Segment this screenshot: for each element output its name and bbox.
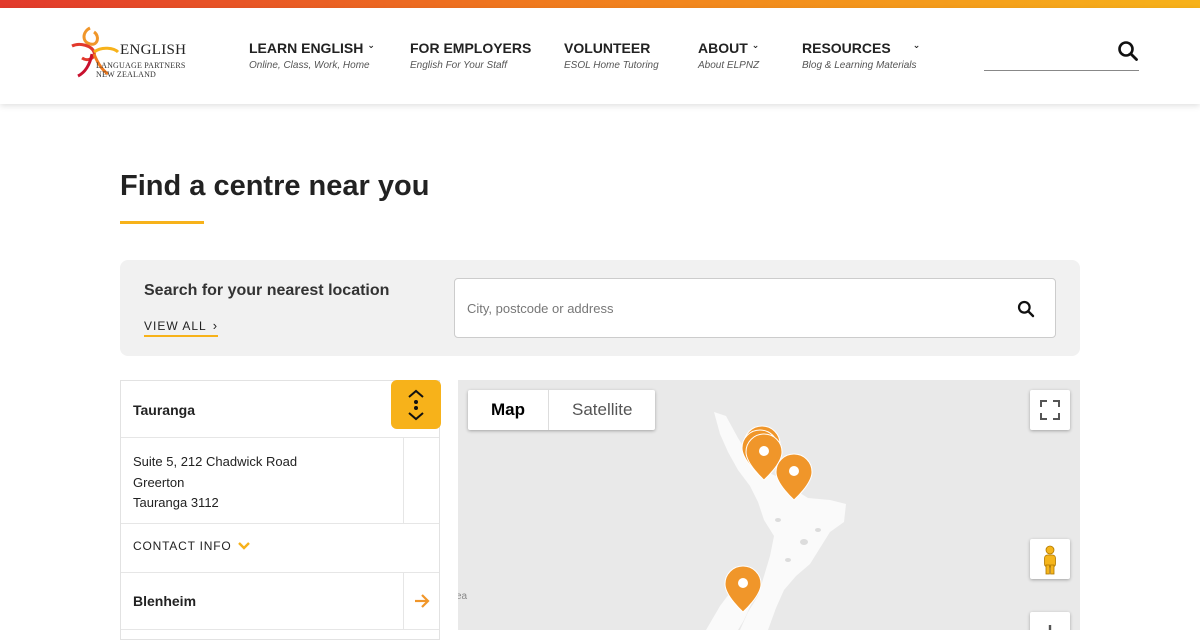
column-divider (403, 438, 404, 523)
nav-volunteer[interactable]: VOLUNTEER ESOL Home Tutoring (564, 40, 659, 71)
arrow-right-icon (415, 594, 430, 608)
location-pin (724, 565, 762, 613)
chevron-right-icon: › (212, 318, 219, 333)
nav-learn-english[interactable]: LEARN ENGLISH ⌄ Online, Class, Work, Home (249, 39, 375, 72)
brand-gradient-bar (0, 0, 1200, 8)
nav-for-employers[interactable]: FOR EMPLOYERS English For Your Staff (410, 40, 531, 71)
nav-learn-english-title: LEARN ENGLISH (249, 40, 364, 56)
location-search-box[interactable] (454, 278, 1056, 338)
collapse-toggle-button[interactable] (391, 380, 441, 429)
address-line: Greerton (133, 474, 185, 490)
map-type-satellite-button[interactable]: Satellite (549, 390, 655, 430)
contact-info-toggle[interactable]: CONTACT INFO (121, 523, 439, 573)
zoom-in-icon (1048, 625, 1052, 630)
nav-for-employers-title: FOR EMPLOYERS (410, 40, 532, 56)
logo-line-english: ENGLISH (120, 42, 187, 58)
search-icon[interactable] (1117, 40, 1139, 62)
location-item[interactable]: Blenheim (121, 573, 439, 630)
zoom-in-button[interactable] (1030, 612, 1070, 630)
pegman-icon (1044, 545, 1056, 575)
nav-volunteer-sub: ESOL Home Tutoring (564, 60, 659, 71)
location-search-panel: Search for your nearest location VIEW AL… (120, 260, 1080, 356)
contact-info-label: CONTACT INFO (133, 539, 232, 553)
location-open-button[interactable] (403, 573, 439, 630)
location-address: Suite 5, 212 Chadwick Road Greerton Taur… (133, 452, 297, 514)
street-view-button[interactable] (1030, 539, 1070, 579)
nav-about-sub: About ELPNZ (698, 60, 760, 71)
nav-resources[interactable]: RESOURCES ⌄ Blog & Learning Materials (802, 39, 921, 72)
location-name: Blenheim (133, 593, 197, 609)
nav-for-employers-sub: English For Your Staff (410, 60, 508, 71)
logo-line-nz: NEW ZEALAND (96, 70, 157, 79)
location-search-input[interactable] (467, 279, 1007, 337)
nav-resources-title: RESOURCES (802, 40, 891, 56)
chevron-down-icon: ⌄ (367, 39, 375, 50)
logo-line-partners: LANGUAGE PARTNERS (96, 61, 186, 70)
location-list: Tauranga Suite 5, 212 Chadwick Road Gree… (120, 380, 441, 640)
location-pin (775, 453, 813, 501)
header-search-field[interactable] (984, 38, 1139, 71)
site-header: ENGLISH LANGUAGE PARTNERS NEW ZEALAND LE… (0, 8, 1200, 104)
map-type-map-button[interactable]: Map (468, 390, 549, 430)
search-panel-label: Search for your nearest location (144, 282, 390, 299)
map-sea-label: ea (458, 591, 468, 602)
view-all-link[interactable]: VIEW ALL › (144, 318, 219, 337)
chevron-down-icon: ⌄ (751, 39, 760, 50)
nav-resources-sub: Blog & Learning Materials (802, 60, 917, 71)
location-item-active[interactable]: Tauranga (121, 380, 441, 438)
address-line: Tauranga 3112 (133, 495, 219, 510)
location-name: Tauranga (133, 402, 195, 418)
nav-learn-english-sub: Online, Class, Work, Home (249, 60, 370, 71)
expand-collapse-icon (408, 389, 424, 421)
nav-about-title: ABOUT (698, 40, 748, 56)
fullscreen-icon (1040, 400, 1060, 420)
nav-about[interactable]: ABOUT ⌄ About ELPNZ (698, 39, 760, 72)
fullscreen-button[interactable] (1030, 390, 1070, 430)
page-title: Find a centre near you (120, 170, 430, 202)
search-icon[interactable] (1017, 300, 1035, 318)
map-type-control: Map Satellite (468, 390, 656, 430)
nav-volunteer-title: VOLUNTEER (564, 40, 651, 56)
title-underline (120, 221, 204, 224)
view-all-label: VIEW ALL (144, 318, 207, 333)
chevron-down-icon: ⌄ (912, 39, 921, 50)
elpnz-logo[interactable]: ENGLISH LANGUAGE PARTNERS NEW ZEALAND (68, 24, 198, 84)
google-map[interactable]: Map Satellite ea (458, 380, 1080, 630)
address-line: Suite 5, 212 Chadwick Road (133, 454, 298, 469)
chevron-down-icon (237, 542, 250, 550)
